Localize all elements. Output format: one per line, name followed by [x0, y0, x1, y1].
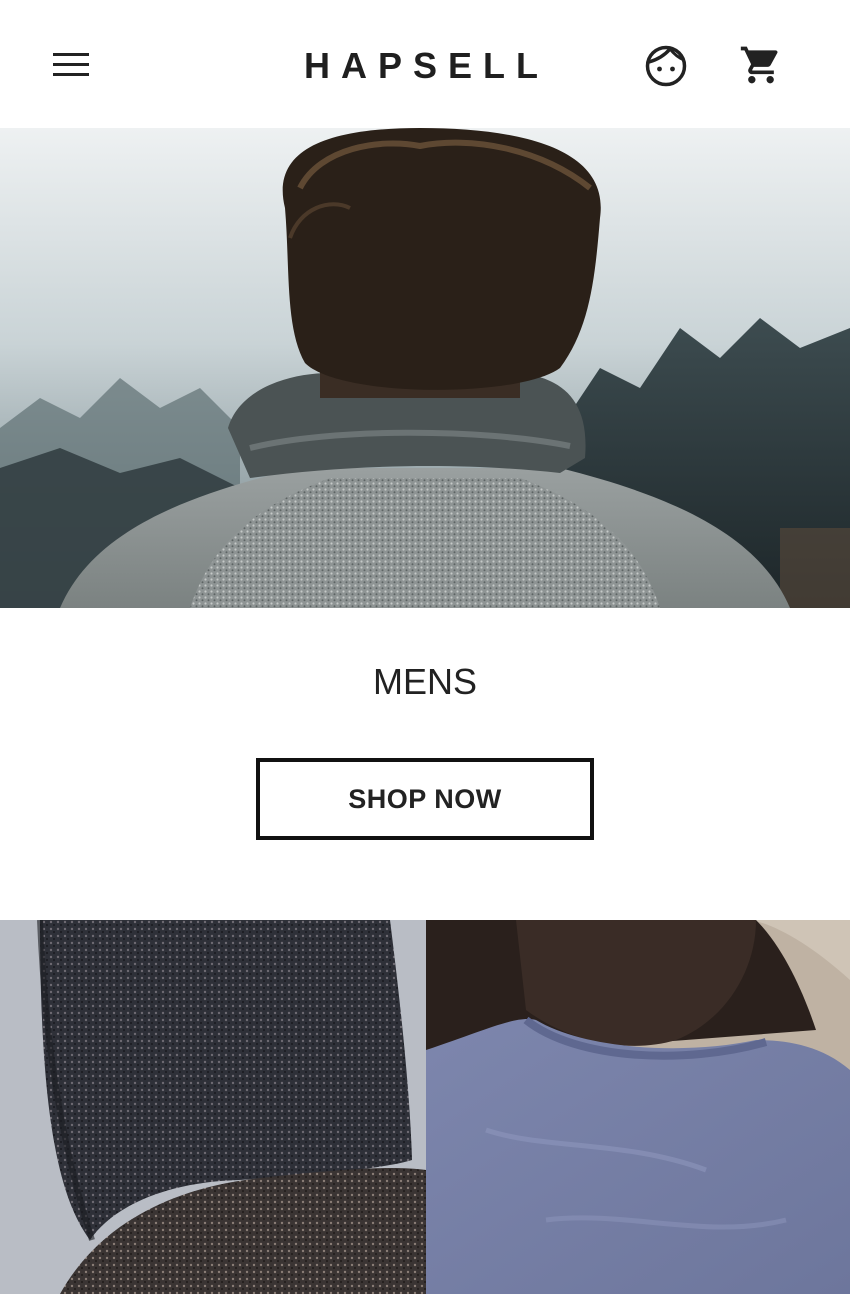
- product-tile-tshirt[interactable]: [426, 920, 850, 1294]
- hamburger-menu-icon: [53, 53, 89, 76]
- face-account-icon: [645, 45, 687, 87]
- menu-button[interactable]: [44, 40, 100, 90]
- brand-logo[interactable]: HAPSELL: [304, 44, 544, 88]
- hoodie-illustration: [0, 920, 426, 1294]
- tshirt-illustration: [426, 920, 850, 1294]
- site-header: HAPSELL: [0, 0, 850, 128]
- category-title: MENS: [372, 661, 477, 702]
- cart-button[interactable]: [732, 36, 790, 94]
- page: HAPSELL MENS SHOP NOW: [0, 0, 850, 1294]
- hero-image-man-sweater[interactable]: [0, 128, 850, 608]
- hero-illustration: [0, 128, 850, 608]
- shopping-cart-icon: [740, 46, 778, 84]
- product-tile-hoodie[interactable]: [0, 920, 426, 1294]
- shop-now-button[interactable]: SHOP NOW: [256, 758, 594, 840]
- account-button[interactable]: [638, 38, 694, 94]
